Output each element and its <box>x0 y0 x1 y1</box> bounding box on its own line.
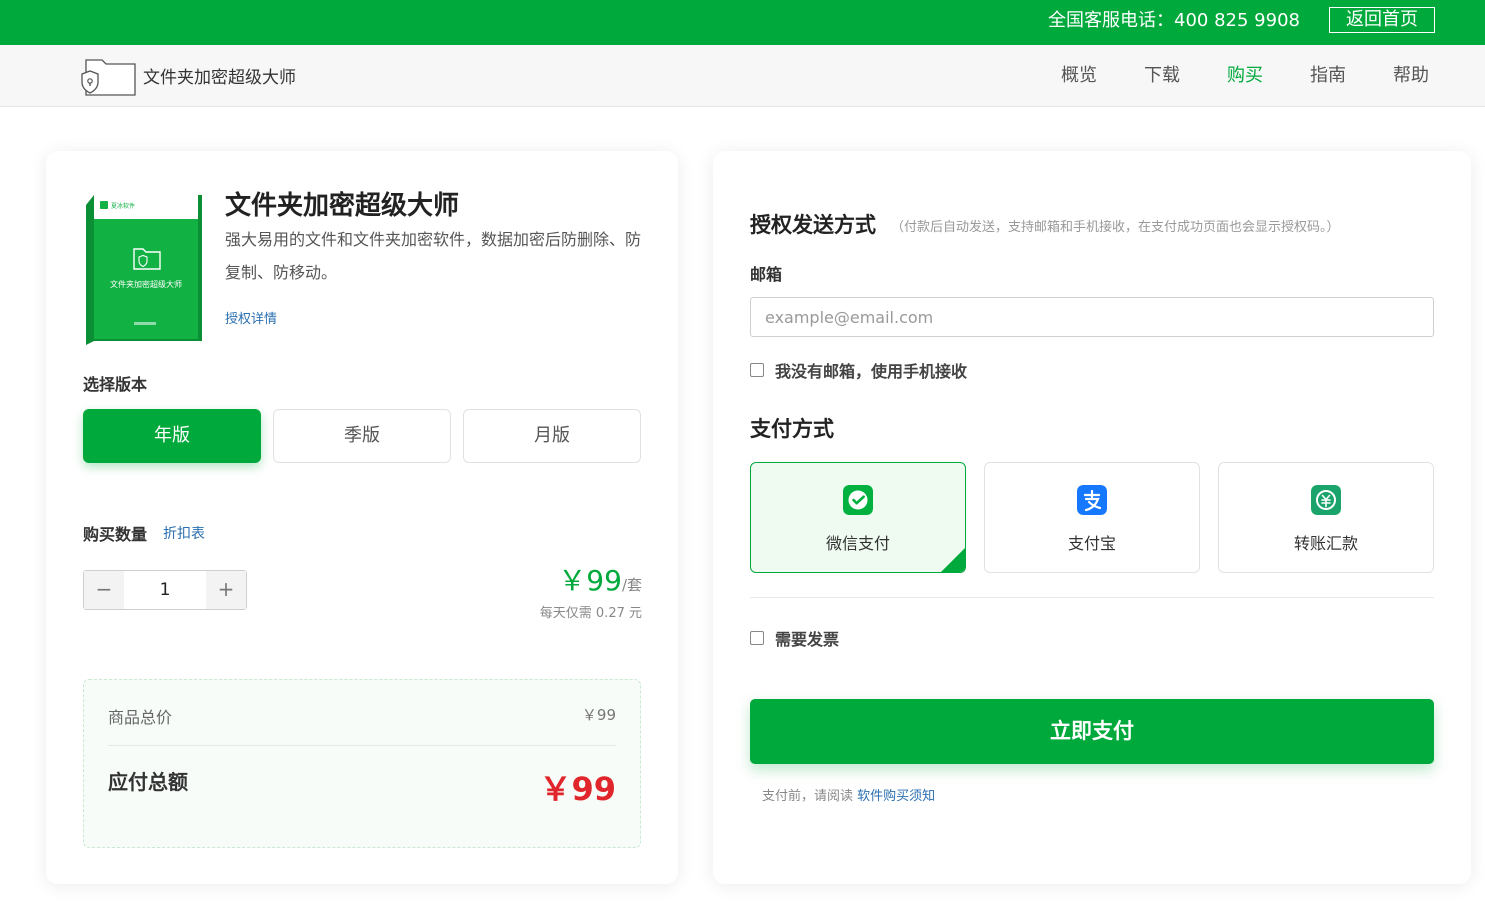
delivery-title: 授权发送方式 <box>750 213 876 237</box>
per-day-price: 每天仅需 0.27 元 <box>539 606 642 621</box>
goods-total-label: 商品总价 <box>108 708 173 727</box>
unit-price-value: ￥99 <box>558 564 622 597</box>
folder-shield-icon <box>81 59 136 96</box>
brand-logo-link[interactable]: 文件夹加密超级大师 <box>81 54 296 96</box>
no-email-label: 我没有邮箱，使用手机接收 <box>775 362 968 381</box>
no-email-option[interactable]: 我没有邮箱，使用手机接收 <box>750 358 967 382</box>
quantity-stepper: − 1 + <box>83 570 247 610</box>
unit-price: ￥99/套 <box>558 559 642 599</box>
product-title: 文件夹加密超级大师 <box>225 191 460 221</box>
product-description: 强大易用的文件和文件夹加密软件，数据加密后防删除、防复制、防移动。 <box>225 230 642 282</box>
order-card: 夏冰软件 文件夹加密超级大师 文件夹加密超级大师 强大易用的文件和文件夹加密软件… <box>46 151 678 884</box>
nav-item-download[interactable]: 下载 <box>1144 45 1180 107</box>
email-input[interactable] <box>750 297 1434 337</box>
hotline-text: 全国客服电话：400 825 9908 <box>1048 10 1300 31</box>
version-label: 选择版本 <box>83 375 148 394</box>
quantity-input[interactable]: 1 <box>124 571 206 609</box>
license-details-link[interactable]: 授权详情 <box>225 308 277 327</box>
quantity-increase-button[interactable]: + <box>206 571 246 609</box>
pay-option-alipay-label: 支付宝 <box>1067 534 1116 553</box>
purchase-notice-text: 支付前，请阅读 <box>762 789 854 804</box>
pay-option-transfer[interactable]: 转账汇款 <box>1218 462 1434 573</box>
product-box-title: 文件夹加密超级大师 <box>110 279 182 289</box>
email-label: 邮箱 <box>750 265 783 284</box>
pay-option-wechat-label: 微信支付 <box>825 534 890 553</box>
top-bar: 全国客服电话：400 825 9908 返回首页 <box>0 0 1485 45</box>
payment-card: 授权发送方式 （付款后自动发送，支持邮箱和手机接收，在支付成功页面也会显示授权码… <box>713 151 1471 884</box>
product-box-brand: 夏冰软件 <box>111 202 135 210</box>
payment-title: 支付方式 <box>750 417 834 441</box>
version-annual-button[interactable]: 年版 <box>83 409 261 463</box>
nav-item-help[interactable]: 帮助 <box>1393 45 1429 107</box>
payment-divider <box>750 597 1434 598</box>
wechat-pay-icon <box>843 485 873 515</box>
back-home-button[interactable]: 返回首页 <box>1329 7 1435 33</box>
bank-transfer-icon <box>1311 485 1341 515</box>
summary-divider <box>108 745 616 746</box>
payable-total-row: 应付总额 ￥99 <box>108 766 616 808</box>
purchase-terms-link[interactable]: 软件购买须知 <box>857 789 935 804</box>
version-monthly-button[interactable]: 月版 <box>463 409 641 463</box>
pay-option-wechat[interactable]: 微信支付 <box>750 462 966 573</box>
no-email-checkbox[interactable] <box>750 363 764 377</box>
payable-total-value: ￥99 <box>539 770 616 808</box>
navbar: 文件夹加密超级大师 概览 下载 购买 指南 帮助 <box>0 45 1485 107</box>
purchase-notice: 支付前，请阅读 软件购买须知 <box>762 785 935 804</box>
pay-option-transfer-label: 转账汇款 <box>1293 534 1358 553</box>
nav-item-guide[interactable]: 指南 <box>1310 45 1346 107</box>
invoice-label: 需要发票 <box>775 630 840 649</box>
delivery-note: （付款后自动发送，支持邮箱和手机接收，在支付成功页面也会显示授权码。） <box>891 220 1340 235</box>
goods-total-row: 商品总价 ￥99 <box>108 704 616 728</box>
alipay-icon <box>1077 485 1107 515</box>
main-nav: 概览 下载 购买 指南 帮助 <box>1014 45 1429 107</box>
pay-option-alipay[interactable]: 支付宝 <box>984 462 1200 573</box>
brand-name: 文件夹加密超级大师 <box>143 67 296 88</box>
version-quarterly-button[interactable]: 季版 <box>273 409 451 463</box>
quantity-label: 购买数量 <box>83 525 148 544</box>
order-summary: 商品总价 ￥99 应付总额 ￥99 <box>83 679 641 848</box>
invoice-option[interactable]: 需要发票 <box>750 626 839 650</box>
product-box-image: 夏冰软件 文件夹加密超级大师 <box>86 195 202 345</box>
payable-total-label: 应付总额 <box>108 770 188 794</box>
unit-price-per: /套 <box>621 576 642 594</box>
pay-now-button[interactable]: 立即支付 <box>750 699 1434 764</box>
selected-corner-mark <box>941 548 965 572</box>
quantity-decrease-button[interactable]: − <box>84 571 124 609</box>
invoice-checkbox[interactable] <box>750 631 764 645</box>
goods-total-value: ￥99 <box>581 706 616 724</box>
nav-item-overview[interactable]: 概览 <box>1061 45 1097 107</box>
discount-table-link[interactable]: 折扣表 <box>163 523 205 543</box>
nav-item-buy[interactable]: 购买 <box>1227 45 1263 107</box>
